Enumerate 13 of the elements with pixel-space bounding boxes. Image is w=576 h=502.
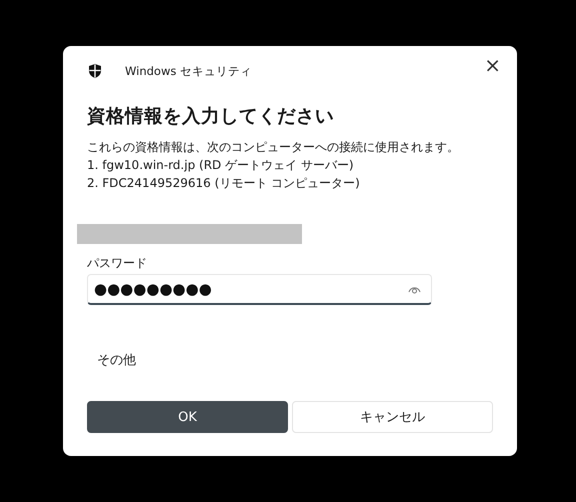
close-button[interactable]: × — [480, 54, 505, 76]
shield-icon — [87, 63, 103, 79]
description-line: 1. fgw10.win-rd.jp (RD ゲートウェイ サーバー) — [87, 157, 355, 174]
more-choices-link[interactable]: その他 — [87, 347, 146, 373]
ok-button[interactable]: OK — [87, 401, 288, 433]
window-title: Windows セキュリティ — [125, 64, 252, 78]
eye-icon[interactable] — [408, 284, 421, 294]
description-line: 2. FDC24149529616 (リモート コンピューター) — [87, 175, 361, 192]
password-label: パスワード — [87, 255, 148, 272]
cancel-button[interactable]: キャンセル — [292, 401, 493, 433]
dialog-heading: 資格情報を入力してください — [87, 105, 335, 129]
description-line: これらの資格情報は、次のコンピューターへの接続に使用されます。 — [87, 139, 460, 156]
password-field[interactable]: ●●●●●●●●● — [87, 274, 432, 305]
